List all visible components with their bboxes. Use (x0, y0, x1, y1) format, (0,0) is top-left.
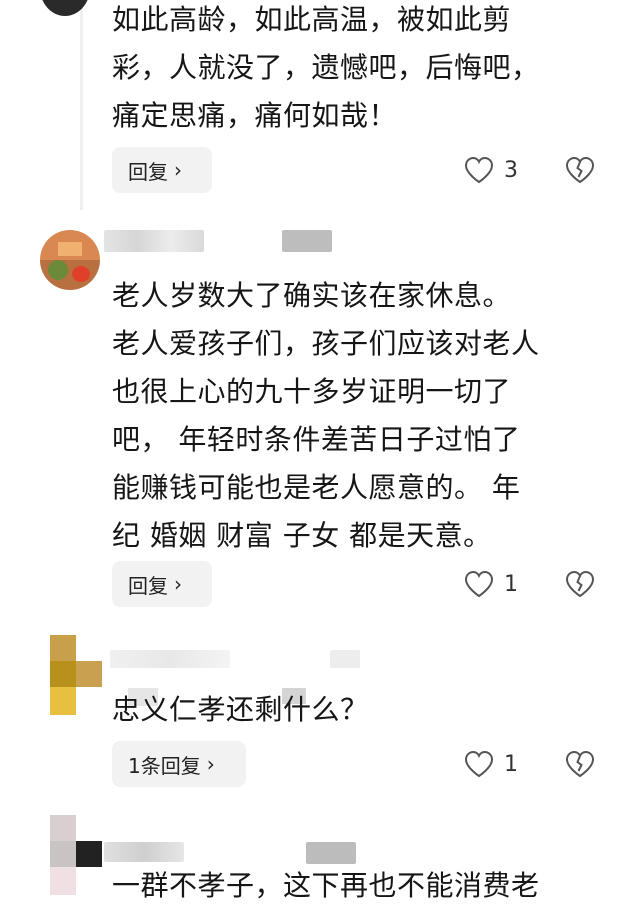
timestamp-blurred (282, 230, 332, 252)
comment-line: 痛定思痛，痛何如哉！ (112, 99, 398, 132)
like-button[interactable]: 1 (464, 750, 518, 778)
thread-line (80, 0, 83, 210)
comment-line: 老人岁数大了确实该在家休息。 (112, 279, 512, 312)
dislike-button[interactable] (565, 156, 595, 188)
reply-label: 回复 (128, 159, 168, 184)
reply-label: 1条回复 (128, 753, 201, 778)
like-button[interactable]: 1 (464, 570, 518, 598)
comment-2-text: 老人岁数大了确实该在家休息。 老人爱孩子们，孩子们应该对老人 也很上心的九十多岁… (112, 272, 612, 560)
heart-outline-icon (464, 750, 494, 778)
heart-outline-icon (464, 570, 494, 598)
like-count: 1 (504, 571, 518, 597)
like-button[interactable]: 3 (464, 156, 518, 184)
comment-4-text: 一群不孝子，这下再也不能消费老 (112, 862, 640, 910)
heart-outline-icon (464, 156, 494, 184)
comment-3-text: 忠义仁孝还剩什么？ (112, 686, 612, 734)
comment-line: 如此高龄，如此高温，被如此剪 (112, 3, 512, 36)
dislike-button[interactable] (565, 570, 595, 602)
comment-line: 老人爱孩子们，孩子们应该对老人 (112, 327, 540, 360)
like-count: 3 (504, 157, 518, 183)
dislike-button[interactable] (565, 750, 595, 782)
avatar[interactable] (50, 815, 102, 895)
comment-line: 一群不孝子，这下再也不能消费老 (112, 869, 540, 902)
reply-button[interactable]: 回复 › (112, 147, 212, 193)
comment-line: 能赚钱可能也是老人愿意的。 年 (112, 471, 521, 504)
comment-line: 吧， 年轻时条件差苦日子过怕了 (112, 423, 521, 456)
comment-line: 忠义仁孝还剩什么？ (112, 693, 369, 726)
reply-button[interactable]: 回复 › (112, 561, 212, 607)
comment-line: 纪 婚姻 财富 子女 都是天意。 (112, 519, 492, 552)
username-blurred[interactable] (110, 650, 230, 668)
broken-heart-icon (565, 570, 595, 598)
comment-line: 彩，人就没了，遗憾吧，后悔吧， (112, 51, 540, 84)
chevron-right-icon: › (206, 752, 215, 776)
broken-heart-icon (565, 156, 595, 184)
chevron-right-icon: › (174, 572, 182, 596)
replies-button[interactable]: 1条回复 › (112, 741, 246, 787)
comment-1-text: 如此高龄，如此高温，被如此剪 彩，人就没了，遗憾吧，后悔吧， 痛定思痛，痛何如哉… (112, 0, 612, 140)
reply-label: 回复 (128, 573, 168, 598)
like-count: 1 (504, 751, 518, 777)
timestamp-blurred (306, 842, 356, 864)
username-blurred[interactable] (104, 842, 184, 862)
username-blurred[interactable] (104, 230, 204, 252)
comment-line: 也很上心的九十多岁证明一切了 (112, 375, 512, 408)
avatar[interactable] (50, 635, 102, 715)
broken-heart-icon (565, 750, 595, 778)
timestamp-blurred (330, 650, 360, 668)
avatar[interactable] (40, 230, 100, 290)
chevron-right-icon: › (174, 158, 182, 182)
